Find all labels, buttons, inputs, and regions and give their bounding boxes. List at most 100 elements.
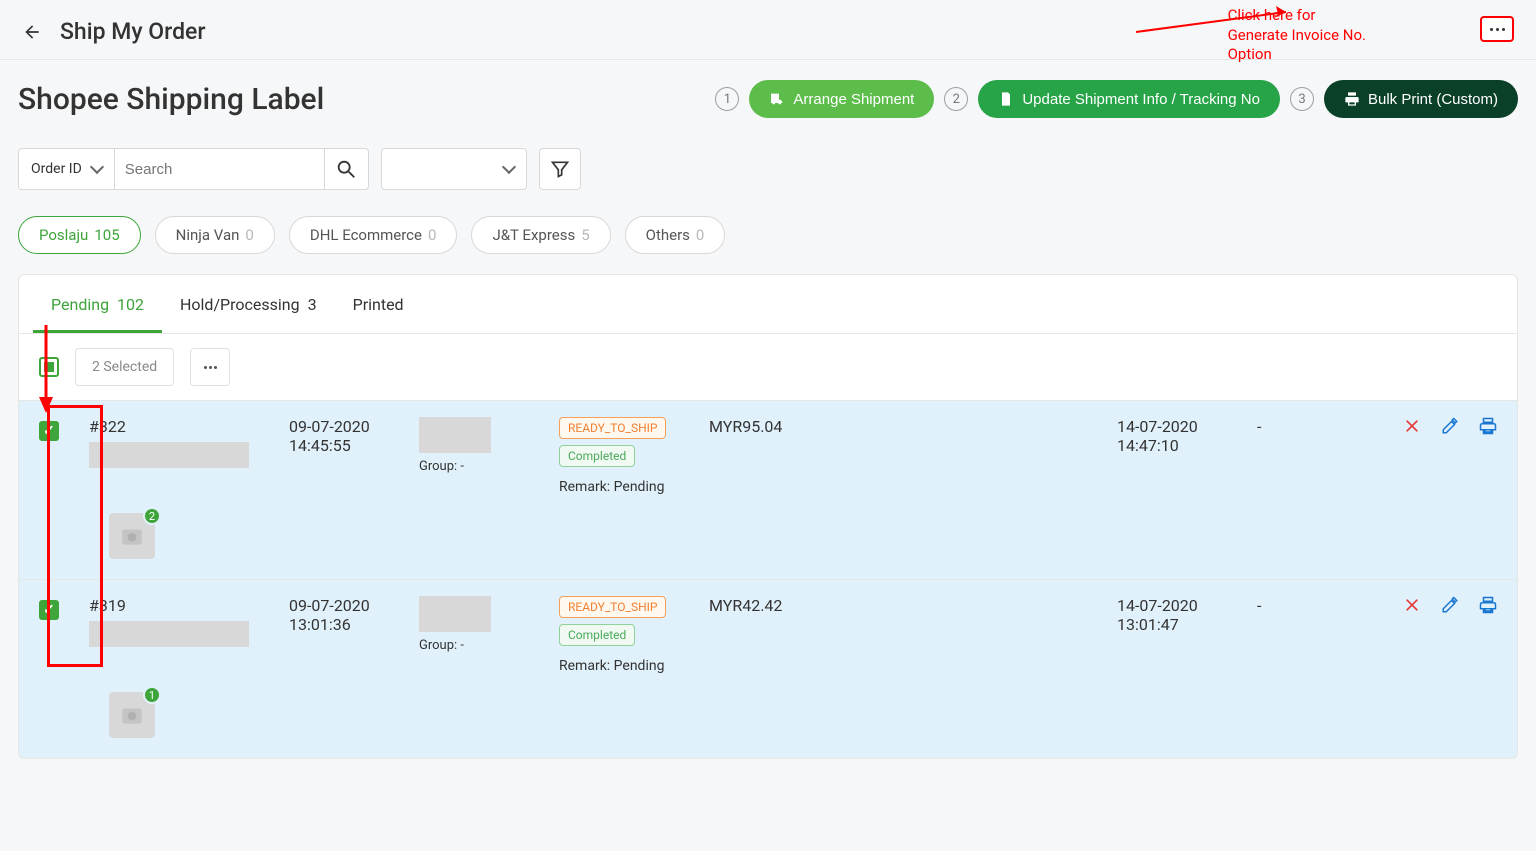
tab-hold[interactable]: Hold/Processing 3 — [162, 275, 335, 333]
thumbnail-count-badge: 1 — [143, 686, 161, 704]
filter-button[interactable] — [539, 148, 581, 190]
status-badge: READY_TO_SHIP — [559, 596, 666, 618]
pill-label: DHL Ecommerce — [310, 226, 422, 244]
search-input[interactable] — [115, 148, 325, 190]
camera-icon — [119, 702, 145, 728]
pill-label: J&T Express — [492, 226, 575, 244]
pill-count: 0 — [696, 226, 704, 244]
edit-button[interactable] — [1441, 596, 1459, 614]
print-icon — [1479, 596, 1497, 614]
order-id-cell: #322 — [89, 417, 289, 468]
pill-ninja-van[interactable]: Ninja Van0 — [155, 216, 275, 254]
truck-icon — [769, 91, 785, 107]
annotation-line: Generate Invoice No. — [1228, 26, 1366, 46]
redacted-placeholder — [89, 442, 249, 468]
select-label: Order ID — [31, 161, 82, 177]
close-icon — [1404, 597, 1420, 613]
arrange-shipment-button[interactable]: Arrange Shipment — [749, 80, 934, 118]
topbar-title: Ship My Order — [60, 18, 205, 45]
pill-dhl[interactable]: DHL Ecommerce 0 — [289, 216, 458, 254]
status-badge: Completed — [559, 445, 635, 467]
order-time: 14:45:55 — [289, 436, 419, 455]
filter-icon — [550, 159, 570, 179]
selection-row: 2 Selected — [19, 334, 1517, 400]
order-row: #322 09-07-2020 14:45:55 Group: - READY_… — [19, 400, 1517, 579]
pill-poslaju[interactable]: Poslaju 105 — [18, 216, 141, 254]
print-button[interactable] — [1479, 417, 1497, 435]
title-row: Shopee Shipping Label 1 Arrange Shipment… — [18, 80, 1518, 118]
tab-pending[interactable]: Pending 102 — [33, 275, 162, 333]
courier-pills: Poslaju105 Ninja Van0 DHL Ecommerce0 J&T… — [18, 216, 1518, 254]
pill-label: Others — [646, 226, 690, 244]
annotation-highlight — [1480, 16, 1514, 42]
selected-count-label: 2 Selected — [75, 348, 174, 386]
step-number: 2 — [944, 87, 968, 111]
tab-label: Pending — [51, 295, 109, 314]
row-checkbox[interactable] — [39, 600, 59, 620]
group-label: Group: - — [419, 459, 559, 474]
step-number: 3 — [1290, 87, 1314, 111]
pill-jnt[interactable]: J&T Express 5 — [471, 216, 610, 254]
print-icon — [1344, 91, 1360, 107]
order-row: #319 09-07-2020 13:01:36 Group: - READY_… — [19, 579, 1517, 758]
page-title: Shopee Shipping Label — [18, 82, 715, 117]
pill-label: Ninja Van — [176, 226, 240, 244]
schedule-date: 14-07-2020 — [1117, 417, 1257, 436]
order-date: 09-07-2020 — [289, 596, 419, 615]
group-cell: Group: - — [419, 417, 559, 474]
search-type-select[interactable]: Order ID — [18, 148, 115, 190]
tab-printed[interactable]: Printed — [335, 275, 422, 333]
row-checkbox[interactable] — [39, 421, 59, 441]
pill-count: 105 — [94, 226, 119, 244]
secondary-select[interactable] — [381, 148, 527, 190]
document-icon — [998, 91, 1014, 107]
select-all-checkbox[interactable] — [39, 357, 59, 377]
order-id-cell: #319 — [89, 596, 289, 647]
back-icon[interactable] — [22, 22, 42, 42]
bulk-actions-button[interactable] — [190, 348, 230, 386]
redacted-placeholder — [419, 417, 491, 453]
redacted-placeholder — [419, 596, 491, 632]
pill-label: Poslaju — [39, 226, 88, 244]
search-button[interactable] — [325, 148, 369, 190]
pill-count: 5 — [581, 226, 589, 244]
order-date: 09-07-2020 — [289, 417, 419, 436]
status-cell: READY_TO_SHIP Completed Remark: Pending — [559, 417, 709, 495]
order-id: #319 — [89, 596, 289, 615]
print-icon — [1479, 417, 1497, 435]
tab-label: Hold/Processing — [180, 295, 300, 314]
pill-others[interactable]: Others 0 — [625, 216, 726, 254]
chevron-down-icon — [90, 160, 104, 174]
status-cell: READY_TO_SHIP Completed Remark: Pending — [559, 596, 709, 674]
chevron-down-icon — [502, 160, 516, 174]
more-options-button[interactable] — [1482, 18, 1512, 40]
group-label: Group: - — [419, 638, 559, 653]
delete-button[interactable] — [1403, 596, 1421, 614]
edit-button[interactable] — [1441, 417, 1459, 435]
status-badge: READY_TO_SHIP — [559, 417, 666, 439]
bulk-print-button[interactable]: Bulk Print (Custom) — [1324, 80, 1518, 118]
update-shipment-button[interactable]: Update Shipment Info / Tracking No — [978, 80, 1280, 118]
dash-cell: - — [1257, 596, 1337, 615]
remark-text: Remark: Pending — [559, 658, 709, 674]
print-button[interactable] — [1479, 596, 1497, 614]
thumbnail-row: 1 — [39, 674, 1497, 738]
product-thumbnail[interactable]: 2 — [109, 513, 155, 559]
pill-count: 0 — [428, 226, 436, 244]
tab-count: 3 — [308, 295, 317, 314]
thumbnail-row: 2 — [39, 495, 1497, 559]
search-row: Order ID — [18, 148, 1518, 190]
schedule-date: 14-07-2020 — [1117, 596, 1257, 615]
tab-count: 102 — [117, 295, 144, 314]
row-actions — [1337, 596, 1497, 614]
product-thumbnail[interactable]: 1 — [109, 692, 155, 738]
remark-text: Remark: Pending — [559, 479, 709, 495]
delete-button[interactable] — [1403, 417, 1421, 435]
status-badge: Completed — [559, 624, 635, 646]
order-datetime-cell: 09-07-2020 14:45:55 — [289, 417, 419, 455]
group-cell: Group: - — [419, 596, 559, 653]
search-combo: Order ID — [18, 148, 369, 190]
step-chips: 1 Arrange Shipment 2 Update Shipment Inf… — [715, 80, 1518, 118]
close-icon — [1404, 418, 1420, 434]
tab-label: Printed — [353, 295, 404, 314]
